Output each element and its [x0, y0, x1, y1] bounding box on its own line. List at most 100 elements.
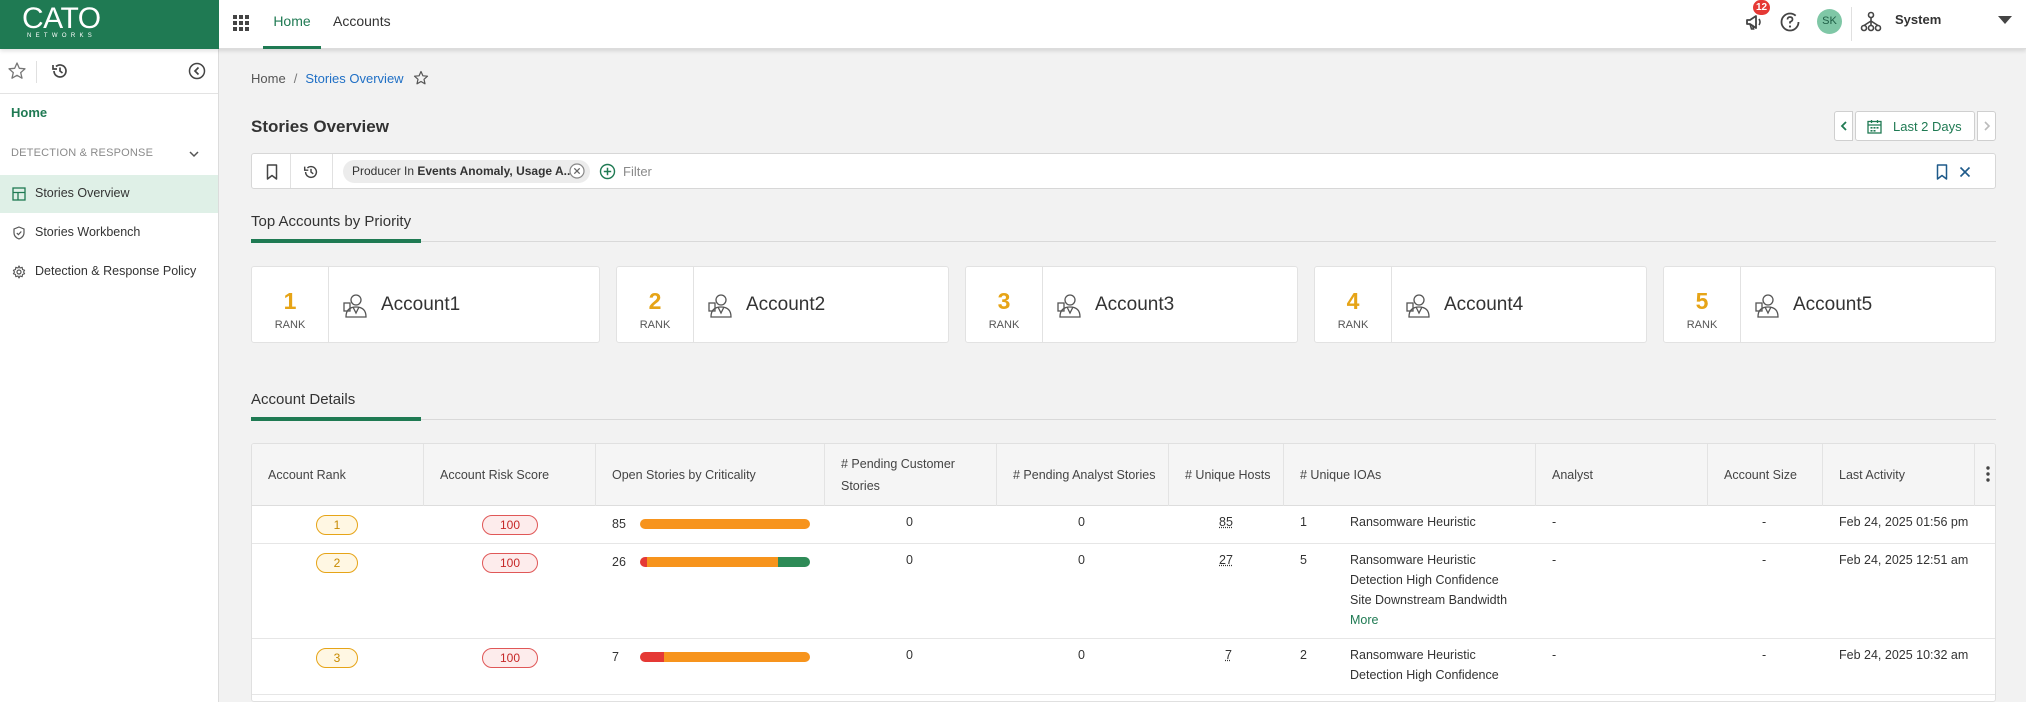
- logo-wordmark: CATO: [22, 2, 101, 35]
- rank-badge: 3: [316, 648, 358, 668]
- analyst-value: -: [1552, 515, 1557, 529]
- card-account-name: Account2: [746, 294, 826, 315]
- card-rank: 1: [283, 288, 297, 314]
- criticality-bar: [640, 652, 810, 662]
- apps-grid-icon[interactable]: [233, 15, 249, 31]
- section-title-top-accounts[interactable]: Top Accounts by Priority: [251, 213, 411, 230]
- pending-customer-count: 0: [906, 648, 913, 662]
- date-next-button[interactable]: [1977, 111, 1996, 141]
- column-header-pending-analyst[interactable]: # Pending Analyst Stories: [997, 444, 1169, 506]
- section-rule: [251, 419, 1996, 420]
- favorite-star-icon[interactable]: [413, 70, 429, 86]
- pending-analyst-count: 0: [1078, 515, 1085, 529]
- divider: [1740, 267, 1741, 342]
- high-segment: [663, 652, 810, 662]
- card-account-name: Account5: [1793, 294, 1873, 315]
- medium-segment: [777, 557, 810, 567]
- account-card[interactable]: 4 RANK Account4: [1314, 266, 1647, 343]
- bookmark-icon[interactable]: [263, 163, 281, 181]
- sidebar-toolbar: [0, 49, 218, 94]
- column-header-unique-ioas[interactable]: # Unique IOAs: [1284, 444, 1536, 506]
- column-header-account-rank[interactable]: Account Rank: [252, 444, 424, 506]
- column-header-last-activity[interactable]: Last Activity: [1823, 444, 1975, 506]
- divider: [1851, 7, 1852, 41]
- save-bookmark-icon[interactable]: [1933, 163, 1951, 181]
- filter-input[interactable]: Filter: [623, 164, 652, 179]
- unique-hosts-count[interactable]: 27: [1219, 553, 1233, 567]
- history-icon[interactable]: [50, 61, 70, 81]
- breadcrumb-current[interactable]: Stories Overview: [305, 71, 403, 86]
- clear-filter-icon[interactable]: [1956, 163, 1974, 181]
- table-row[interactable]: 3 100 7 0 0 7 2 Ransomware Heuristic Det…: [252, 639, 1995, 695]
- account-size-value: -: [1762, 515, 1767, 529]
- sidebar-section-label[interactable]: DETECTION & RESPONSE: [11, 147, 153, 159]
- date-range-button[interactable]: Last 2 Days: [1855, 111, 1975, 141]
- breadcrumb-home[interactable]: Home: [251, 71, 286, 86]
- account-card[interactable]: 5 RANK Account5: [1663, 266, 1996, 343]
- unique-hosts-count[interactable]: 7: [1225, 648, 1232, 662]
- section-title-account-details[interactable]: Account Details: [251, 391, 355, 408]
- chevron-left-icon: [1840, 121, 1847, 131]
- star-icon[interactable]: [7, 61, 27, 81]
- chevron-down-icon[interactable]: [187, 147, 201, 161]
- sidebar-item-stories-workbench[interactable]: Stories Workbench: [0, 214, 218, 252]
- shield-icon: [13, 226, 25, 240]
- account-card[interactable]: 2 RANK Account2: [616, 266, 949, 343]
- column-options-icon[interactable]: [1981, 464, 1995, 484]
- column-header-account-size[interactable]: Account Size: [1708, 444, 1823, 506]
- ioa-name: Ransomware Heuristic: [1350, 553, 1476, 567]
- last-activity-value: Feb 24, 2025 12:51 am: [1839, 553, 1969, 567]
- user-avatar[interactable]: SK: [1817, 9, 1842, 34]
- account-user-icon: [343, 294, 367, 318]
- account-size-value: -: [1762, 648, 1767, 662]
- date-prev-button[interactable]: [1834, 111, 1853, 141]
- ioa-name: Site Downstream Bandwidth: [1350, 593, 1508, 607]
- ioa-more-link[interactable]: More: [1350, 613, 1378, 627]
- card-account-name: Account4: [1444, 294, 1524, 315]
- remove-filter-icon[interactable]: [568, 162, 586, 180]
- table-row[interactable]: 1 100 85 0 0 85 1 Ransomware Heuristic -…: [252, 506, 1995, 544]
- pending-analyst-count: 0: [1078, 648, 1085, 662]
- column-header-analyst[interactable]: Analyst: [1536, 444, 1708, 506]
- account-card[interactable]: 3 RANK Account3: [965, 266, 1298, 343]
- sidebar-item-detection-response-policy[interactable]: Detection & Response Policy: [0, 253, 218, 291]
- card-account-name: Account3: [1095, 294, 1175, 315]
- account-card[interactable]: 1 RANK Account1: [251, 266, 600, 343]
- help-icon[interactable]: [1778, 10, 1802, 34]
- risk-score-badge: 100: [482, 553, 538, 573]
- critical-segment: [640, 557, 647, 567]
- column-header-risk-score[interactable]: Account Risk Score: [424, 444, 596, 506]
- account-details-table: Account Rank Account Risk Score Open Sto…: [251, 443, 1996, 702]
- account-user-icon: [1406, 294, 1430, 318]
- open-stories-count: 7: [612, 650, 619, 664]
- gear-icon: [12, 265, 26, 279]
- table-row[interactable]: 2 100 26 0 0 27 5 Ransomware Heuristic D…: [252, 544, 1995, 639]
- history-icon[interactable]: [302, 163, 320, 181]
- collapse-sidebar-icon[interactable]: [187, 61, 207, 81]
- sidebar: Home DETECTION & RESPONSE Stories Overvi…: [0, 49, 219, 702]
- date-range-label: Last 2 Days: [1893, 119, 1962, 134]
- unique-ioas-count: 2: [1300, 648, 1307, 662]
- unique-hosts-count[interactable]: 85: [1219, 515, 1233, 529]
- column-header-pending-customer[interactable]: # Pending Customer Stories: [825, 444, 997, 506]
- caret-down-icon[interactable]: [1998, 16, 2012, 24]
- sidebar-item-stories-overview[interactable]: Stories Overview: [0, 175, 218, 213]
- breadcrumb: Home / Stories Overview: [251, 71, 404, 86]
- breadcrumb-separator: /: [293, 71, 298, 86]
- column-header-open-stories[interactable]: Open Stories by Criticality: [596, 444, 825, 506]
- tab-home[interactable]: Home: [263, 0, 321, 49]
- last-activity-value: Feb 24, 2025 01:56 pm: [1839, 515, 1969, 529]
- filter-chip[interactable]: Producer In Events Anomaly, Usage A...: [343, 160, 590, 183]
- org-tree-icon[interactable]: [1859, 10, 1883, 34]
- column-header-unique-hosts[interactable]: # Unique Hosts: [1169, 444, 1284, 506]
- sidebar-item-home[interactable]: Home: [11, 105, 47, 120]
- page-title: Stories Overview: [251, 117, 389, 136]
- sidebar-item-label: Detection & Response Policy: [35, 264, 197, 278]
- system-selector-label[interactable]: System: [1895, 12, 1941, 27]
- cato-logo[interactable]: CATO NETWORKS: [0, 0, 219, 49]
- tab-accounts[interactable]: Accounts: [333, 0, 391, 49]
- add-filter-icon[interactable]: [599, 163, 616, 180]
- divider: [290, 154, 291, 188]
- rank-badge: 1: [316, 515, 358, 535]
- filter-bar: Producer In Events Anomaly, Usage A... F…: [251, 153, 1996, 189]
